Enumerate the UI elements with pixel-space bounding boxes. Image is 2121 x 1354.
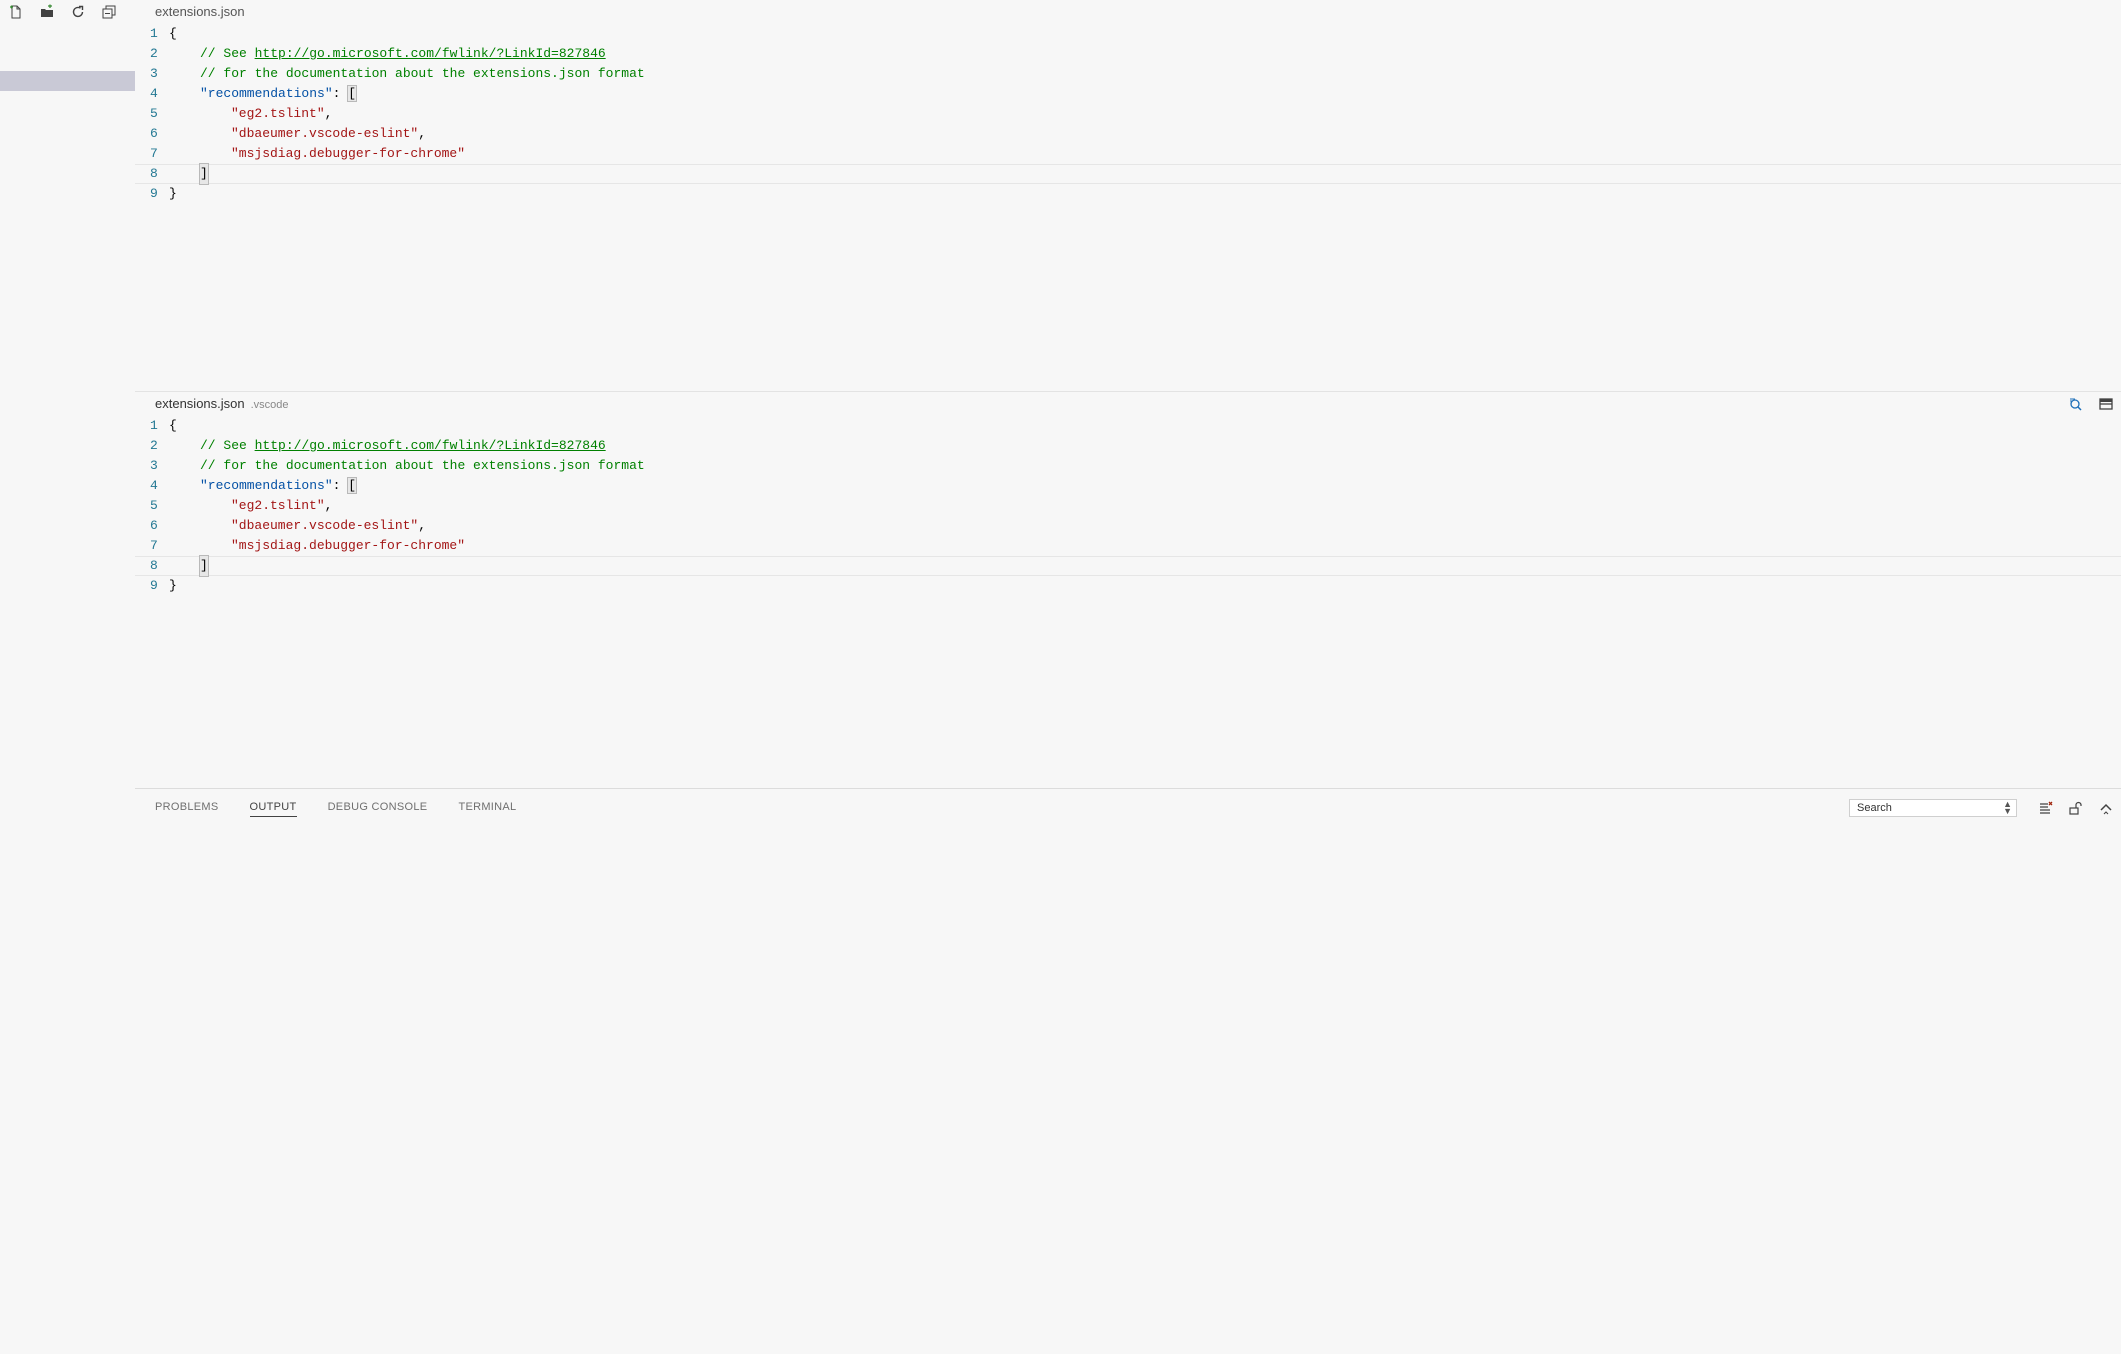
code-line: 2 // See http://go.microsoft.com/fwlink/?… bbox=[135, 44, 2121, 64]
json-key: "recommendations" bbox=[200, 478, 333, 493]
code-line: 9} bbox=[135, 184, 2121, 204]
code-line: 1{ bbox=[135, 24, 2121, 44]
editor-title[interactable]: extensions.json bbox=[155, 4, 245, 19]
line-number: 7 bbox=[150, 538, 158, 553]
line-number: 8 bbox=[150, 166, 158, 181]
code-line: 9} bbox=[135, 576, 2121, 596]
code-line: 6 "dbaeumer.vscode-eslint", bbox=[135, 124, 2121, 144]
code-line: 1{ bbox=[135, 416, 2121, 436]
line-number: 7 bbox=[150, 146, 158, 161]
line-number: 6 bbox=[150, 126, 158, 141]
clear-output-icon[interactable] bbox=[2031, 798, 2061, 818]
editor-header: extensions.json bbox=[135, 0, 2121, 24]
code-punct: : bbox=[332, 478, 349, 493]
code-punct: , bbox=[324, 498, 333, 513]
line-number: 3 bbox=[150, 458, 158, 473]
code-line: 6 "dbaeumer.vscode-eslint", bbox=[135, 516, 2121, 536]
code-line: 5 "eg2.tslint", bbox=[135, 104, 2121, 124]
json-string: "msjsdiag.debugger-for-chrome" bbox=[231, 538, 466, 553]
code-line: 7 "msjsdiag.debugger-for-chrome" bbox=[135, 536, 2121, 556]
file-name: extensions.json bbox=[155, 396, 245, 411]
bracket-match: [ bbox=[347, 85, 358, 102]
line-number: 2 bbox=[150, 438, 158, 453]
panel-tabs: PROBLEMS OUTPUT DEBUG CONSOLE TERMINAL bbox=[155, 801, 547, 817]
line-number: 8 bbox=[150, 558, 158, 573]
line-number: 6 bbox=[150, 518, 158, 533]
code-line: 5 "eg2.tslint", bbox=[135, 496, 2121, 516]
editor-group-top: extensions.json 1{ 2 // See http://go.mic… bbox=[135, 0, 2121, 390]
tab-output[interactable]: OUTPUT bbox=[249, 801, 297, 817]
output-channel-select[interactable]: Search ▲ ▼ bbox=[1849, 799, 2017, 817]
json-string: "dbaeumer.vscode-eslint" bbox=[231, 518, 419, 533]
code-text: { bbox=[169, 418, 177, 433]
code-line: 2 // See http://go.microsoft.com/fwlink/?… bbox=[135, 436, 2121, 456]
file-folder-description: .vscode bbox=[250, 399, 289, 411]
new-file-icon[interactable] bbox=[6, 2, 26, 22]
code-line: 3 // for the documentation about the exte… bbox=[135, 64, 2121, 84]
code-line: 7 "msjsdiag.debugger-for-chrome" bbox=[135, 144, 2121, 164]
line-number: 2 bbox=[150, 46, 158, 61]
code-comment: // See bbox=[200, 438, 255, 453]
open-changes-icon[interactable] bbox=[2061, 394, 2091, 414]
line-number: 5 bbox=[150, 498, 158, 513]
explorer-sidebar bbox=[0, 0, 135, 1353]
tab-problems[interactable]: PROBLEMS bbox=[155, 801, 219, 817]
split-editor-icon[interactable] bbox=[2091, 394, 2121, 414]
output-channel-value: Search bbox=[1857, 802, 1892, 814]
code-punct: , bbox=[418, 518, 427, 533]
code-line-current: 8] bbox=[135, 555, 2121, 577]
new-folder-icon[interactable] bbox=[37, 2, 57, 22]
code-area[interactable]: 1{ 2 // See http://go.microsoft.com/fwlin… bbox=[135, 416, 2121, 596]
fwlink-link[interactable]: http://go.microsoft.com/fwlink/?LinkId=8… bbox=[255, 46, 606, 61]
bottom-panel: PROBLEMS OUTPUT DEBUG CONSOLE TERMINAL S… bbox=[135, 788, 2121, 1354]
code-comment: // for the documentation about the exten… bbox=[200, 458, 645, 473]
code-text: } bbox=[169, 578, 177, 593]
editor-title[interactable]: extensions.json .vscode bbox=[155, 396, 289, 411]
line-number: 5 bbox=[150, 106, 158, 121]
select-arrows-icon: ▲ ▼ bbox=[2003, 799, 2012, 816]
code-text: { bbox=[169, 26, 177, 41]
code-punct: : bbox=[332, 86, 349, 101]
line-number: 3 bbox=[150, 66, 158, 81]
code-comment: // for the documentation about the exten… bbox=[200, 66, 645, 81]
file-name: extensions.json bbox=[155, 4, 245, 19]
maximize-panel-icon[interactable] bbox=[2091, 798, 2121, 818]
bracket-match: [ bbox=[347, 477, 358, 494]
json-string: "eg2.tslint" bbox=[231, 106, 325, 121]
json-string: "msjsdiag.debugger-for-chrome" bbox=[231, 146, 466, 161]
json-key: "recommendations" bbox=[200, 86, 333, 101]
code-line: 4 "recommendations": [ bbox=[135, 84, 2121, 104]
editor-group-bottom: extensions.json .vscode 1{ 2 // See http:/… bbox=[135, 391, 2121, 789]
refresh-icon[interactable] bbox=[68, 2, 88, 22]
code-punct: , bbox=[324, 106, 333, 121]
collapse-all-icon[interactable] bbox=[99, 2, 119, 22]
json-string: "eg2.tslint" bbox=[231, 498, 325, 513]
code-text: } bbox=[169, 186, 177, 201]
tab-terminal[interactable]: TERMINAL bbox=[458, 801, 516, 817]
editor-header: extensions.json .vscode bbox=[135, 392, 2121, 416]
code-line-current: 8] bbox=[135, 163, 2121, 185]
json-string: "dbaeumer.vscode-eslint" bbox=[231, 126, 419, 141]
code-line: 4 "recommendations": [ bbox=[135, 476, 2121, 496]
bracket-match: ] bbox=[199, 163, 209, 185]
code-punct: , bbox=[418, 126, 427, 141]
code-line: 3 // for the documentation about the exte… bbox=[135, 456, 2121, 476]
lock-scroll-icon[interactable] bbox=[2061, 798, 2091, 818]
bracket-match: ] bbox=[199, 555, 209, 577]
explorer-selected-row[interactable] bbox=[0, 71, 135, 91]
fwlink-link[interactable]: http://go.microsoft.com/fwlink/?LinkId=8… bbox=[255, 438, 606, 453]
line-number: 4 bbox=[150, 478, 158, 493]
tab-debug-console[interactable]: DEBUG CONSOLE bbox=[328, 801, 428, 817]
code-comment: // See bbox=[200, 46, 255, 61]
line-number: 4 bbox=[150, 86, 158, 101]
code-area[interactable]: 1{ 2 // See http://go.microsoft.com/fwlin… bbox=[135, 24, 2121, 204]
